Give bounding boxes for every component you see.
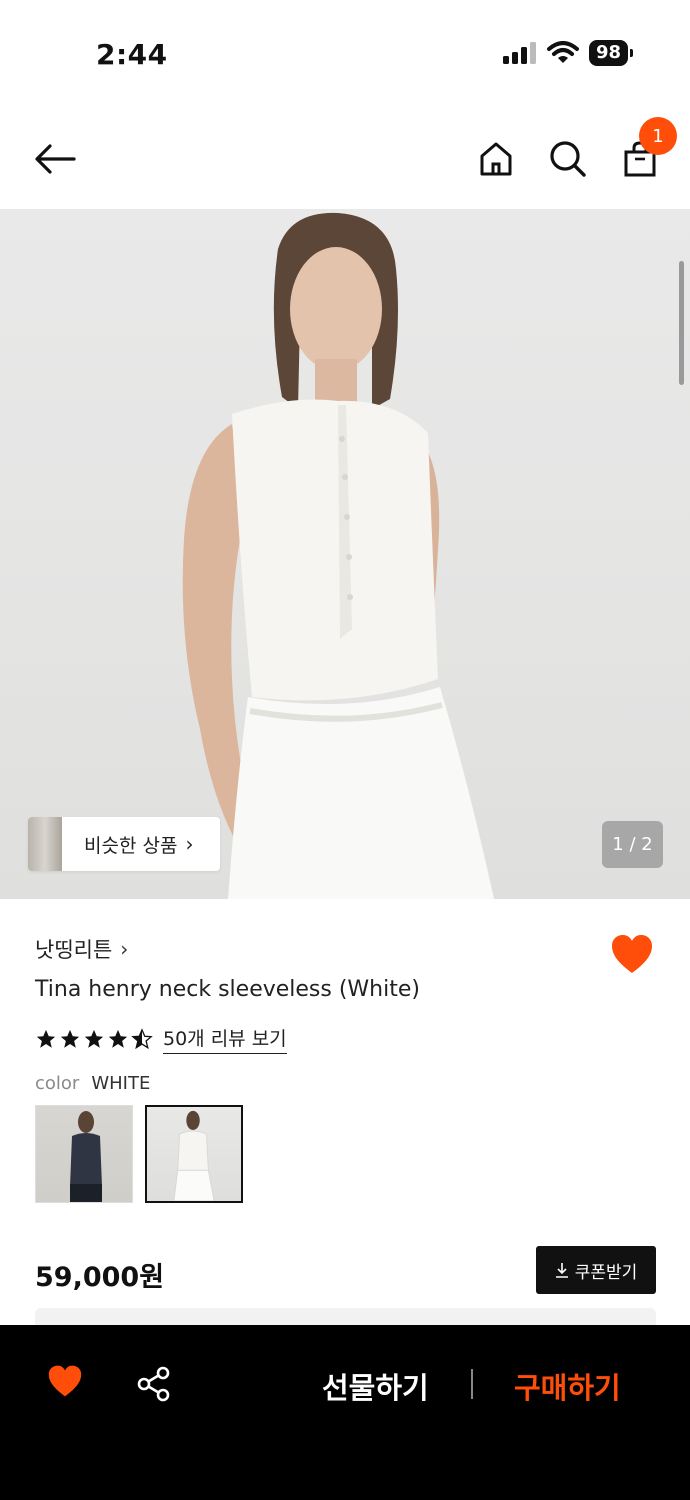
- half-star-icon: [131, 1028, 153, 1050]
- navy-swatch-photo: [70, 1111, 102, 1202]
- back-arrow-icon: [35, 144, 76, 174]
- bottom-action-bar: 선물하기 구매하기: [0, 1325, 690, 1500]
- home-icon: [480, 142, 512, 176]
- coupon-button[interactable]: 쿠폰받기: [536, 1246, 656, 1294]
- star-rating: [35, 1028, 153, 1050]
- color-label: color: [35, 1073, 80, 1094]
- share-icon[interactable]: [136, 1366, 172, 1402]
- brand-link[interactable]: 낫띵리튼 ›: [35, 934, 128, 964]
- product-price: 59,000원: [35, 1262, 165, 1293]
- back-button[interactable]: [30, 134, 80, 184]
- color-swatches: [35, 1105, 243, 1203]
- battery-indicator: 98: [588, 40, 634, 66]
- status-bar: 2:44 98: [0, 0, 690, 110]
- home-button[interactable]: [471, 134, 521, 184]
- brand-name: 낫띵리튼: [35, 938, 113, 962]
- chevron-right-icon: ›: [185, 832, 194, 856]
- similar-products-button[interactable]: 비슷한 상품 ›: [28, 817, 220, 871]
- wifi-icon: [546, 41, 579, 63]
- star-icon: [36, 1029, 56, 1048]
- buy-button[interactable]: 구매하기: [514, 1365, 621, 1407]
- cart-count-badge: 1: [639, 117, 677, 155]
- top-nav-bar: [0, 110, 690, 208]
- image-page-counter: 1 / 2: [602, 821, 663, 868]
- product-photo: [182, 212, 494, 899]
- star-icon: [84, 1029, 104, 1048]
- similar-products-thumbnail: [28, 817, 62, 871]
- similar-products-label: 비슷한 상품: [84, 834, 178, 857]
- gift-button[interactable]: 선물하기: [322, 1365, 429, 1407]
- wishlist-heart-icon[interactable]: [610, 933, 654, 975]
- swatch-navy[interactable]: [35, 1105, 133, 1203]
- gallery-scroll-indicator: [679, 261, 684, 385]
- rating-row: 50개 리뷰 보기: [35, 1024, 287, 1054]
- search-icon: [550, 141, 586, 177]
- product-title: Tina henry neck sleeveless (White): [35, 977, 420, 1002]
- coupon-label: 쿠폰받기: [574, 1262, 638, 1283]
- review-link[interactable]: 50개 리뷰 보기: [163, 1024, 287, 1054]
- star-icon: [108, 1029, 128, 1048]
- download-icon: [555, 1263, 568, 1278]
- status-icons: 98: [502, 40, 634, 66]
- wishlist-heart-icon[interactable]: [46, 1364, 84, 1398]
- swatch-white[interactable]: [145, 1105, 243, 1203]
- color-row: color WHITE: [35, 1073, 150, 1094]
- search-button[interactable]: [543, 134, 593, 184]
- star-icon: [60, 1029, 80, 1048]
- chevron-right-icon: ›: [120, 937, 129, 961]
- status-time: 2:44: [96, 38, 168, 71]
- color-value: WHITE: [91, 1073, 151, 1094]
- divider: [471, 1369, 473, 1399]
- signal-icon: [502, 42, 536, 64]
- product-image-gallery[interactable]: 비슷한 상품 › 1 / 2: [0, 209, 690, 899]
- white-swatch-photo: [173, 1110, 215, 1201]
